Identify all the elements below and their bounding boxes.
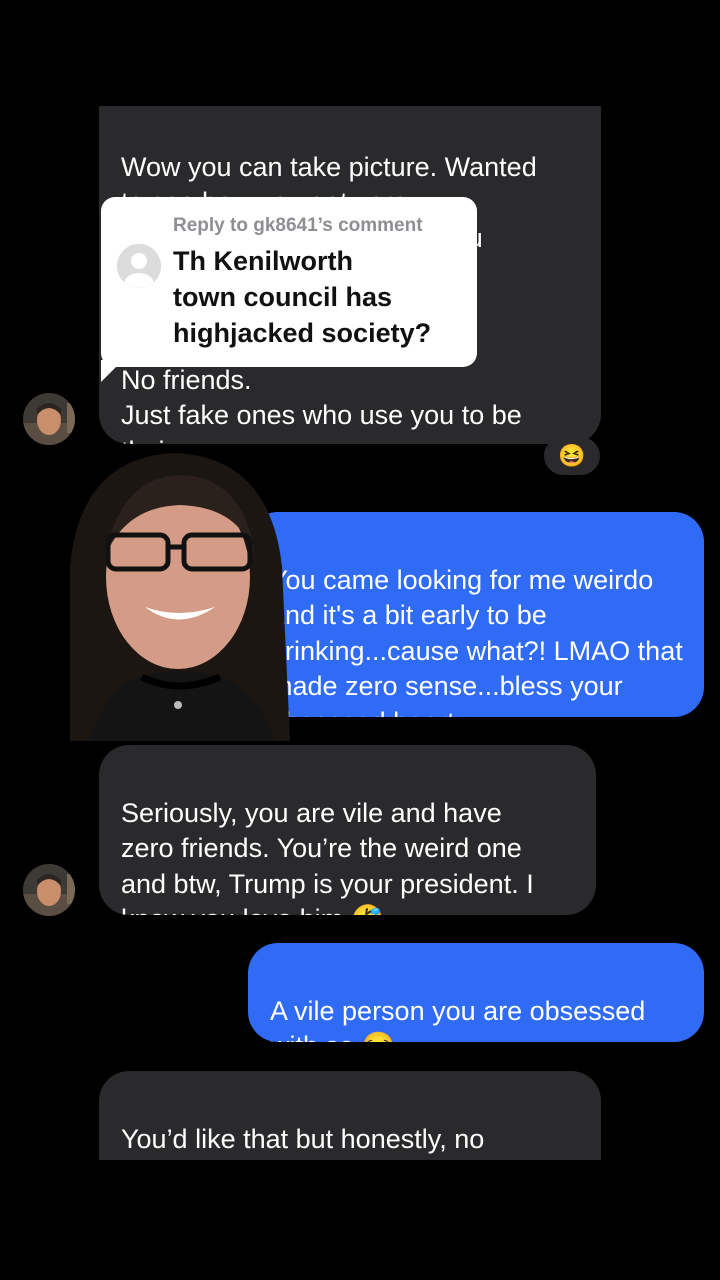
message-text: You came looking for me weirdo and it's … xyxy=(270,564,683,718)
incoming-message-2[interactable]: Seriously, you are vile and have zero fr… xyxy=(99,745,596,915)
contact-avatar-icon[interactable] xyxy=(23,393,75,445)
reply-comment-card[interactable]: Reply to gk8641’s comment Th Kenilworth … xyxy=(101,197,477,367)
reply-header: Reply to gk8641’s comment xyxy=(173,215,423,236)
incoming-message-3[interactable]: You’d like that but honestly, no one is … xyxy=(99,1071,601,1160)
reply-card-tail xyxy=(101,360,123,382)
reply-avatar-icon xyxy=(117,244,161,288)
message-text: A vile person you are obsessed with so 😒 xyxy=(270,995,646,1043)
reply-comment-text: Th Kenilworth town council has highjacke… xyxy=(173,246,432,348)
contact-avatar-icon[interactable] xyxy=(23,864,75,916)
reaction-laugh-emoji: 😆 xyxy=(558,443,586,468)
message-text: Seriously, you are vile and have zero fr… xyxy=(121,797,534,916)
outgoing-message-2[interactable]: A vile person you are obsessed with so 😒 xyxy=(248,943,704,1042)
outgoing-message-1[interactable]: You came looking for me weirdo and it's … xyxy=(248,512,704,717)
reaction-badge[interactable]: 😆 xyxy=(544,437,600,475)
message-text: You’d like that but honestly, no one is … xyxy=(121,1123,535,1161)
creator-video-overlay xyxy=(50,447,304,741)
